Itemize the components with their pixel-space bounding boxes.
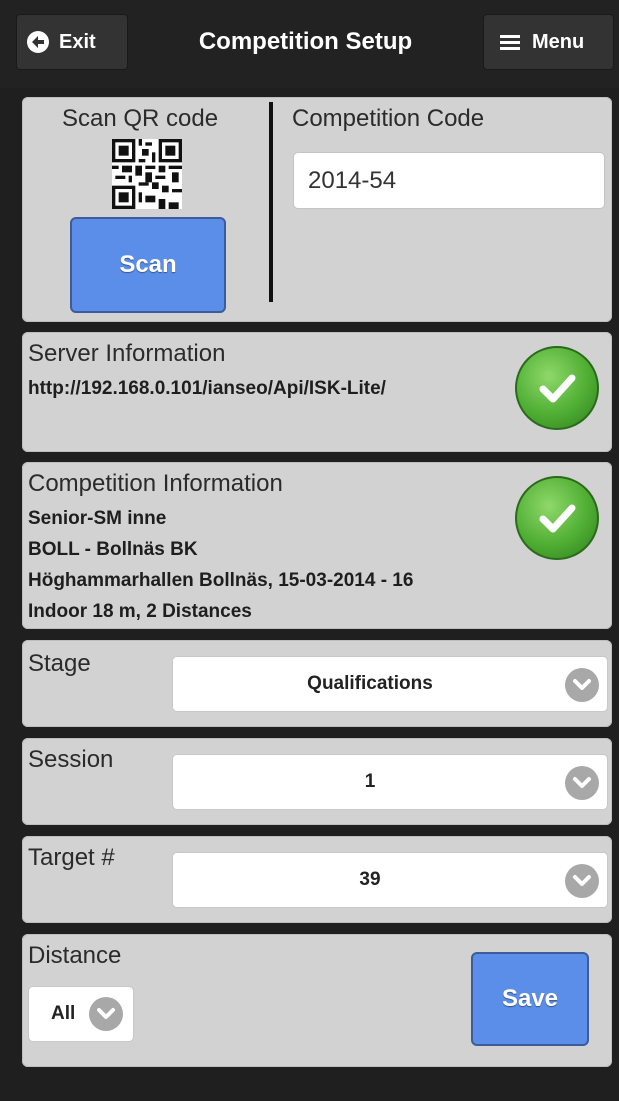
session-value: 1 [364,771,376,792]
save-button[interactable]: Save [471,952,589,1046]
page-title: Competition Setup [198,28,413,55]
scan-qr-label: Scan QR code [62,105,219,132]
target-value: 39 [359,869,381,890]
scan-button[interactable]: Scan [70,217,226,313]
competition-club: BOLL - Bollnäs BK [28,539,198,560]
chevron-down-icon[interactable] [89,997,123,1031]
competition-venue-dates: Höghammarhallen Bollnäs, 15-03-2014 - 16 [28,570,414,591]
distance-panel: Distance All Save [22,934,612,1067]
target-panel: Target # 39 [22,836,612,923]
arrow-left-icon [27,31,49,53]
stage-panel: Stage Qualifications [22,640,612,727]
menu-button[interactable]: Menu [483,14,614,70]
competition-format: Indoor 18 m, 2 Distances [28,601,252,622]
qr-code-panel: Scan QR code Scan Competition Code 2014-… [22,97,612,322]
chevron-down-icon[interactable] [565,864,599,898]
menu-label: Menu [532,30,585,53]
stage-select[interactable]: Qualifications [172,656,608,712]
stage-value: Qualifications [307,673,433,694]
hamburger-menu-icon [498,32,522,52]
server-info-panel: Server Information http://192.168.0.101/… [22,332,612,452]
exit-button[interactable]: Exit [16,14,128,70]
chevron-down-icon[interactable] [565,766,599,800]
distance-select[interactable]: All [28,986,134,1042]
competition-name: Senior-SM inne [28,508,167,529]
competition-info-panel: Competition Information Senior-SM inne B… [22,462,612,629]
target-select[interactable]: 39 [172,852,608,908]
competition-code-label: Competition Code [292,105,485,132]
check-icon [515,476,599,560]
server-info-label: Server Information [28,340,226,367]
session-select[interactable]: 1 [172,754,608,810]
divider [269,102,273,302]
chevron-down-icon[interactable] [565,668,599,702]
check-icon [515,346,599,430]
target-label: Target # [28,844,115,871]
top-bar: Exit Competition Setup Menu [0,0,619,88]
distance-label: Distance [28,942,122,969]
distance-value: All [51,1003,76,1024]
competition-code-input[interactable]: 2014-54 [293,152,605,209]
qr-code-icon [112,139,182,209]
stage-label: Stage [28,650,91,677]
server-url: http://192.168.0.101/ianseo/Api/ISK-Lite… [28,378,386,399]
exit-label: Exit [59,30,96,53]
session-label: Session [28,746,114,773]
competition-info-label: Competition Information [28,470,283,497]
session-panel: Session 1 [22,738,612,825]
